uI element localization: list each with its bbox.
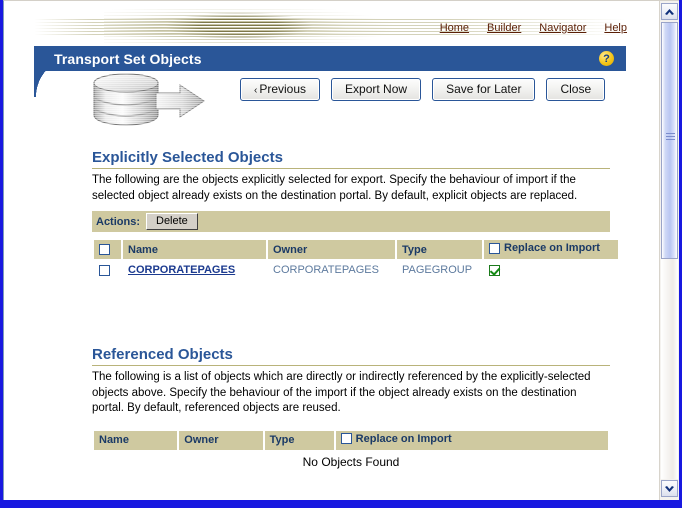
nav-link-navigator[interactable]: Navigator (539, 22, 586, 34)
explicit-objects-table: Name Owner Type Replace on Import CORPOR… (92, 240, 620, 281)
row-select-checkbox[interactable] (99, 264, 110, 276)
save-for-later-button[interactable]: Save for Later (432, 78, 536, 101)
column-header-owner: Owner (268, 240, 395, 259)
close-button[interactable]: Close (546, 78, 606, 101)
ref-column-header-replace-on-import: Replace on Import (335, 430, 608, 450)
scroll-down-button[interactable] (661, 480, 678, 497)
ref-column-header-owner: Owner (179, 430, 263, 450)
row-replace-cell (484, 259, 618, 281)
row-replace-on-import-checkbox[interactable] (489, 264, 500, 276)
vertical-scrollbar[interactable] (659, 1, 679, 500)
page-title-bar: Transport Set Objects ? (34, 46, 626, 71)
column-header-type: Type (397, 240, 482, 259)
object-name-link[interactable]: CORPORATEPAGES (128, 264, 235, 276)
select-all-checkbox[interactable] (99, 244, 110, 256)
replace-on-import-label: Replace on Import (504, 242, 600, 255)
column-header-replace-on-import: Replace on Import (484, 240, 618, 259)
row-owner-cell: CORPORATEPAGES (273, 264, 379, 276)
chevron-down-icon (665, 485, 674, 492)
page-title: Transport Set Objects (54, 50, 202, 67)
help-icon[interactable]: ? (599, 51, 614, 66)
table-row: CORPORATEPAGES CORPORATEPAGES PAGEGROUP (94, 259, 618, 281)
action-button-row: ‹ Previous Export Now Save for Later Clos… (240, 78, 606, 101)
chevron-up-icon (665, 8, 674, 15)
page-content: Home Builder Navigator Help Transport Se… (4, 1, 659, 500)
row-select-cell (94, 259, 121, 281)
explicitly-selected-objects-section: Explicitly Selected Objects The followin… (92, 149, 618, 281)
browser-window-frame: Home Builder Navigator Help Transport Se… (0, 0, 682, 508)
title-bar-corner-decoration (34, 71, 76, 97)
scrollbar-thumb[interactable] (661, 22, 678, 259)
ref-column-header-name: Name (94, 430, 178, 450)
row-type-cell: PAGEGROUP (402, 264, 473, 276)
referenced-section-description: The following is a list of objects which… (92, 371, 591, 414)
export-now-button[interactable]: Export Now (331, 78, 422, 101)
scrollbar-grip-icon (666, 133, 675, 142)
scroll-up-button[interactable] (661, 3, 678, 20)
previous-button[interactable]: ‹ Previous (240, 78, 321, 101)
column-header-name: Name (123, 240, 266, 259)
explicit-actions-toolbar: Actions: Delete (92, 211, 610, 232)
nav-link-builder[interactable]: Builder (487, 22, 521, 34)
table-header-row: Name Owner Type Replace on Import (94, 430, 608, 450)
global-navigation: Home Builder Navigator Help (440, 22, 627, 34)
chevron-left-icon: ‹ (254, 85, 258, 96)
row-name-cell: CORPORATEPAGES (123, 259, 266, 281)
actions-label: Actions: (96, 215, 140, 228)
select-all-header (94, 240, 121, 259)
replace-all-checkbox[interactable] (489, 242, 500, 254)
previous-button-label: Previous (259, 82, 307, 96)
explicit-section-title: Explicitly Selected Objects (92, 149, 610, 169)
ref-replace-on-import-label: Replace on Import (355, 432, 452, 445)
referenced-objects-table: Name Owner Type Replace on Import (92, 430, 610, 450)
nav-link-help[interactable]: Help (604, 22, 627, 34)
explicit-section-description: The following are the objects explicitly… (92, 174, 578, 202)
referenced-objects-section: Referenced Objects The following is a li… (92, 346, 610, 469)
referenced-section-title: Referenced Objects (92, 346, 610, 366)
nav-link-home[interactable]: Home (440, 22, 469, 34)
ref-column-header-type: Type (264, 430, 334, 450)
delete-button[interactable]: Delete (146, 213, 198, 230)
table-header-row: Name Owner Type Replace on Import (94, 240, 618, 259)
transport-set-illustration-icon (72, 67, 222, 135)
referenced-empty-message: No Objects Found (302, 454, 400, 469)
browser-content-area: Home Builder Navigator Help Transport Se… (3, 0, 679, 500)
portal-logo-mark-icon (164, 13, 314, 39)
ref-replace-all-checkbox[interactable] (340, 433, 352, 445)
scrollbar-track[interactable] (661, 259, 678, 479)
